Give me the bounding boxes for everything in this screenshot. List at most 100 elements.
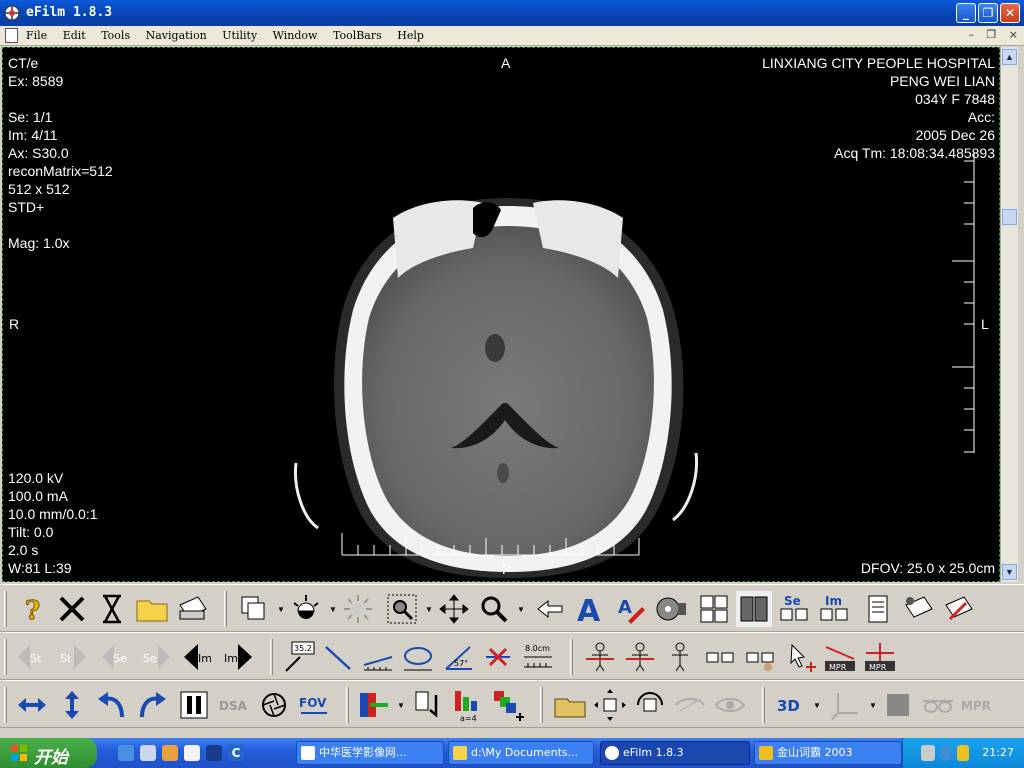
toolbar-grip[interactable] (224, 591, 227, 627)
toolbar-grip[interactable] (270, 639, 273, 675)
start-button[interactable]: 开始 (0, 738, 97, 768)
hide-overlay-icon[interactable] (672, 687, 708, 723)
menu-edit[interactable]: Edit (63, 29, 86, 42)
move-all-icon[interactable] (592, 687, 628, 723)
flip-horizontal-icon[interactable] (14, 687, 50, 723)
ie-icon[interactable] (118, 745, 134, 761)
mdi-restore-button[interactable]: ❐ (986, 28, 996, 41)
c-app-icon[interactable]: C (228, 745, 244, 761)
prev-series-icon[interactable]: Se (98, 639, 134, 675)
keyboard-icon[interactable] (921, 745, 935, 761)
text-annotation-icon[interactable]: A (572, 591, 608, 629)
dsa-icon[interactable]: DSA (216, 687, 252, 723)
3d-view-icon[interactable]: 3D (772, 687, 808, 723)
zoom-icon[interactable] (476, 591, 512, 627)
mpr-view-icon[interactable]: MPR (960, 687, 996, 723)
toolbar-grip[interactable] (4, 639, 7, 675)
calibrate-icon[interactable]: 8.0cm (520, 639, 556, 675)
open-folder-icon[interactable] (134, 591, 170, 627)
image-viewport[interactable]: CT/e Ex: 8589 Se: 1/1 Im: 4/11 Ax: S30.0… (2, 47, 1000, 582)
pause-icon[interactable] (176, 687, 212, 723)
window-level-icon[interactable] (288, 591, 324, 627)
open-study-folder-icon[interactable] (552, 687, 588, 723)
prev-image-icon[interactable]: Im (180, 639, 216, 675)
axes-icon[interactable] (828, 687, 864, 723)
rotate-right-icon[interactable] (134, 687, 170, 723)
task-button-my-documents[interactable]: d:\My Documents... (448, 741, 594, 765)
color-map-icon[interactable] (356, 687, 392, 723)
document-icon[interactable] (5, 28, 18, 43)
mpr-oblique-icon[interactable]: MPR (822, 639, 858, 675)
anchor-icon[interactable] (206, 745, 222, 761)
edit-sheet-icon[interactable] (940, 591, 976, 627)
chevron-down-icon[interactable]: ▼ (813, 701, 821, 710)
fov-icon[interactable]: FOV (296, 687, 332, 723)
scroll-up-arrow-icon[interactable]: ▲ (1002, 49, 1017, 65)
edit-annotation-icon[interactable]: A (612, 591, 648, 627)
sync-hand-icon[interactable] (742, 639, 778, 675)
compare-series-icon[interactable] (736, 591, 772, 627)
chevron-down-icon[interactable]: ▼ (397, 701, 405, 710)
menu-utility[interactable]: Utility (222, 29, 257, 42)
chevron-down-icon[interactable]: ▼ (425, 605, 433, 614)
ellipse-tool-icon[interactable] (400, 639, 436, 675)
hanging-protocol-icon[interactable]: a=4 (450, 687, 486, 723)
show-overlay-icon[interactable] (712, 687, 748, 723)
menu-navigation[interactable]: Navigation (146, 29, 207, 42)
add-series-icon[interactable] (490, 687, 526, 723)
media-icon[interactable] (140, 745, 156, 761)
brightness-icon[interactable] (340, 591, 376, 627)
restore-button[interactable]: ❐ (978, 3, 998, 23)
task-button-efilm[interactable]: eFilm 1.8.3 (600, 741, 750, 765)
line-tool-icon[interactable] (320, 639, 356, 675)
close-image-icon[interactable] (54, 591, 90, 627)
magnifier-region-icon[interactable] (384, 591, 420, 627)
vertical-scrollbar[interactable]: ▲ ▼ (1000, 47, 1018, 582)
shutter-icon[interactable] (256, 687, 292, 723)
mdi-close-button[interactable]: × (1009, 28, 1018, 41)
mdi-minimize-button[interactable]: – (968, 28, 974, 41)
minimize-button[interactable]: _ (956, 3, 976, 23)
toolbar-grip[interactable] (540, 687, 543, 723)
cine-film-icon[interactable] (652, 591, 688, 627)
scroll-thumb[interactable] (1002, 209, 1017, 225)
menu-file[interactable]: File (26, 29, 47, 42)
next-study-icon[interactable]: St (54, 639, 90, 675)
image-select-icon[interactable]: Im (816, 591, 852, 627)
toolbar-grip[interactable] (4, 687, 7, 723)
arrow-annotation-icon[interactable] (532, 591, 568, 627)
ruler-tool-icon[interactable] (360, 639, 396, 675)
volume-render-icon[interactable] (880, 687, 916, 723)
sort-icon[interactable] (410, 687, 446, 723)
patient-axial-icon[interactable] (662, 639, 698, 675)
close-button[interactable]: ✕ (1000, 3, 1020, 23)
hourglass-icon[interactable] (94, 591, 130, 627)
player-icon[interactable] (184, 745, 200, 761)
cross-reference-icon[interactable] (782, 639, 818, 675)
chevron-down-icon[interactable]: ▼ (329, 605, 337, 614)
link-series-icon[interactable] (702, 639, 738, 675)
toolbar-grip[interactable] (346, 687, 349, 723)
app-quick-icon[interactable] (162, 745, 178, 761)
pan-icon[interactable] (436, 591, 472, 627)
menu-toolbars[interactable]: ToolBars (333, 29, 382, 42)
tray-collapse-icon[interactable] (939, 745, 953, 761)
glasses-icon[interactable] (920, 687, 956, 723)
layout-grid-icon[interactable] (696, 591, 732, 627)
measure-value-icon[interactable]: 35.2 (280, 639, 316, 675)
prev-study-icon[interactable]: St (14, 639, 50, 675)
toolbar-grip[interactable] (762, 687, 765, 723)
next-image-icon[interactable]: Im (220, 639, 256, 675)
task-button-kingsoft[interactable]: 金山词霸 2003 (754, 741, 902, 765)
toolbar-grip[interactable] (570, 639, 573, 675)
toolbar-grip[interactable] (4, 591, 7, 627)
task-button-medical-web[interactable]: 中华医学影像网... (296, 741, 444, 765)
next-series-icon[interactable]: Se (138, 639, 174, 675)
print-icon[interactable] (174, 591, 210, 627)
menu-tools[interactable]: Tools (101, 29, 130, 42)
rotate-3d-icon[interactable] (632, 687, 668, 723)
angle-tool-icon[interactable]: 57° (440, 639, 476, 675)
network-icon[interactable] (957, 745, 969, 761)
patient-side-icon[interactable] (622, 639, 658, 675)
series-select-icon[interactable]: Se (776, 591, 812, 627)
